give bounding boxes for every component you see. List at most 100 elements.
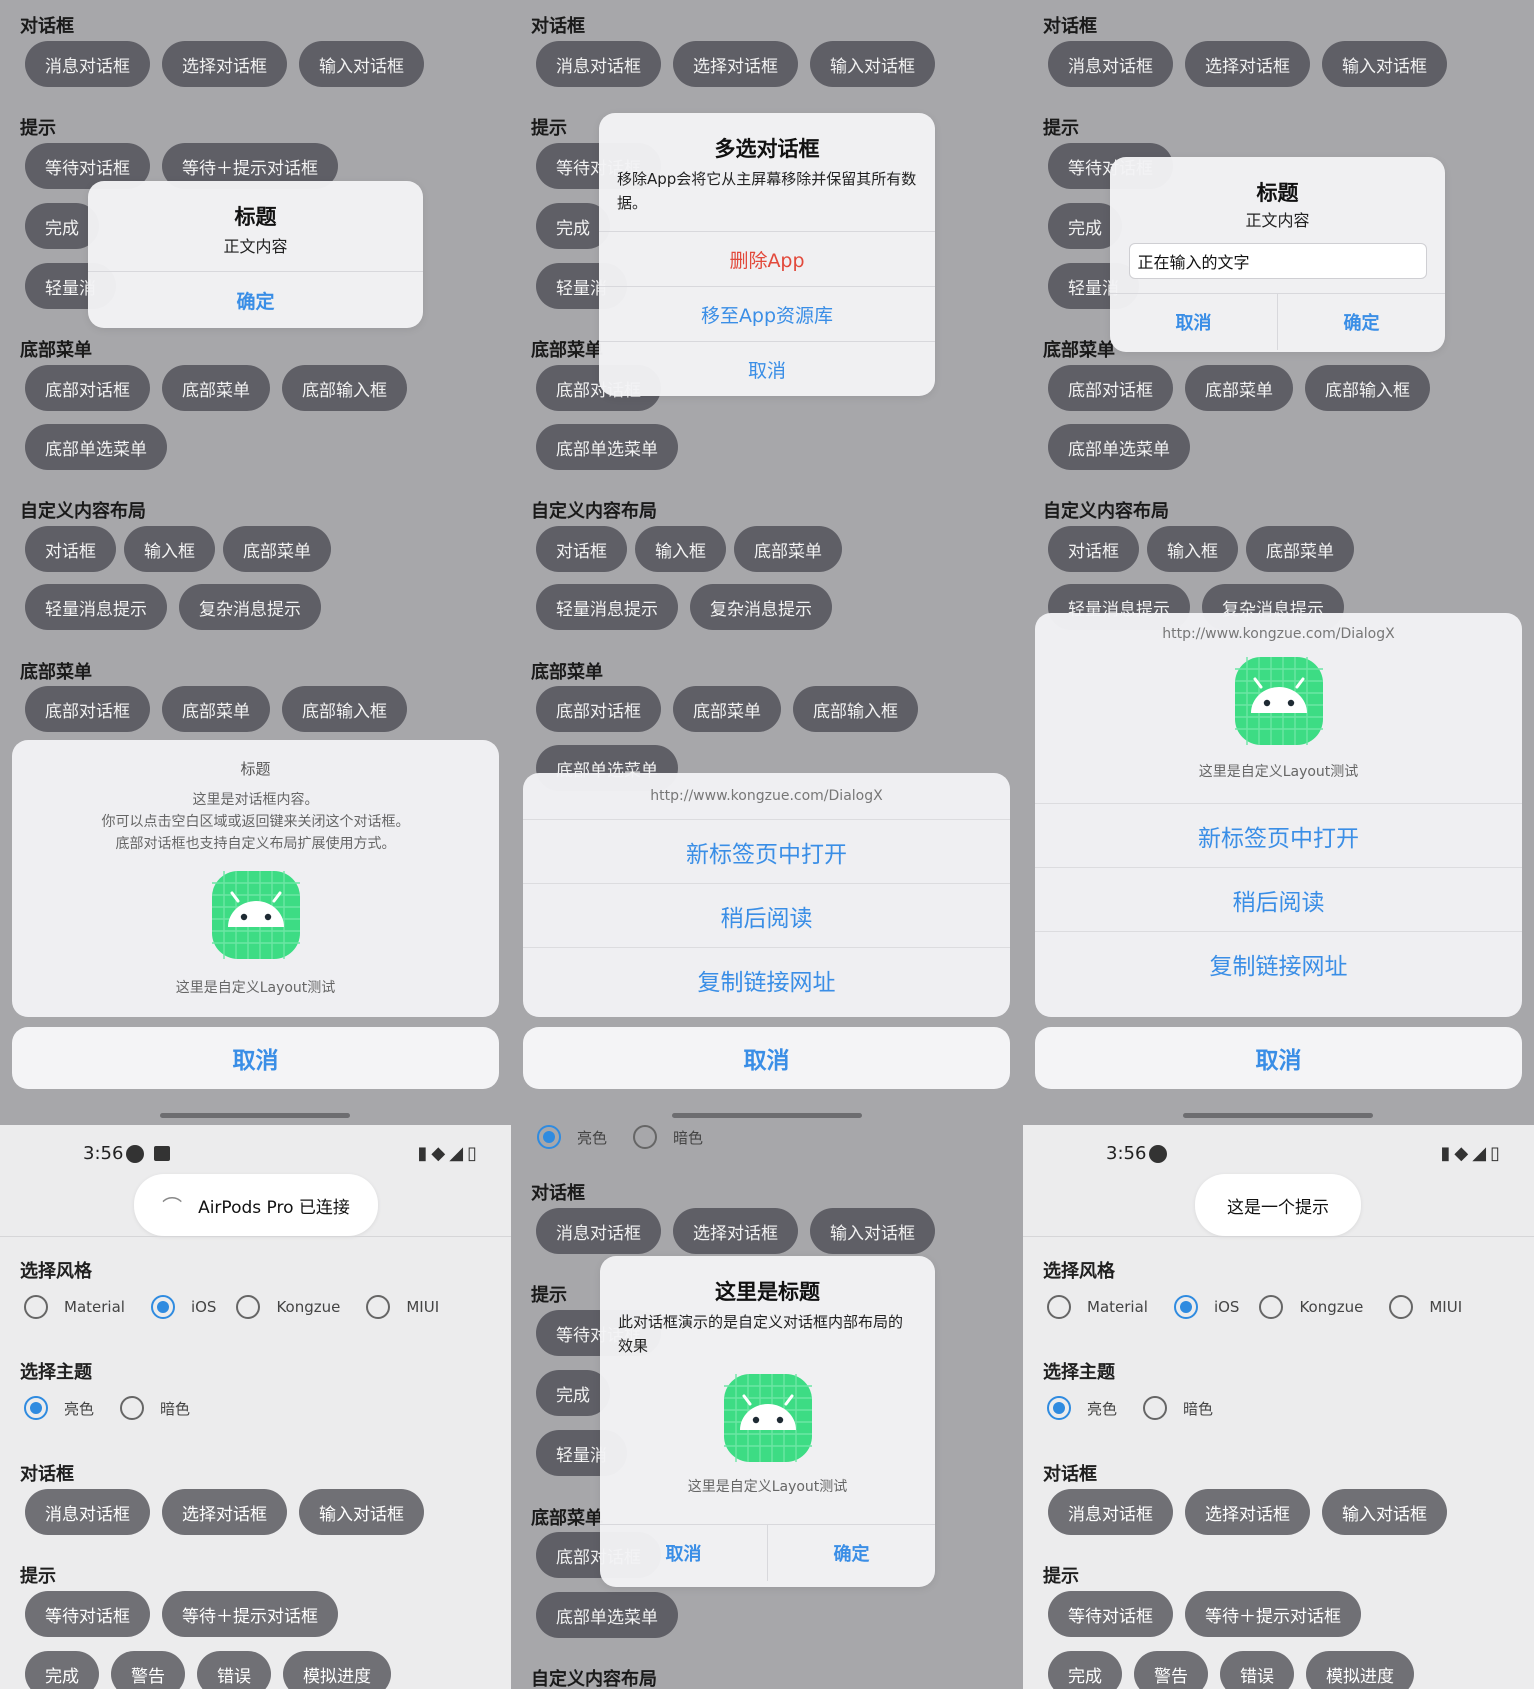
bottom-single-menu-button[interactable]: 底部单选菜单 bbox=[536, 1592, 678, 1638]
msg-dialog-button[interactable]: 消息对话框 bbox=[536, 1208, 661, 1254]
custom-dialog-cancel-button[interactable]: 取消 bbox=[600, 1525, 767, 1581]
custom-input-button[interactable]: 输入框 bbox=[124, 526, 215, 572]
bottom-menu-button-2[interactable]: 底部菜单 bbox=[673, 686, 781, 732]
menu-open-new-tab[interactable]: 新标签页中打开 bbox=[523, 819, 1010, 883]
input-dialog-button[interactable]: 输入对话框 bbox=[810, 41, 935, 87]
msg-dialog-button[interactable]: 消息对话框 bbox=[1048, 41, 1173, 87]
custom-bottom-menu-button[interactable]: 底部菜单 bbox=[223, 526, 331, 572]
custom-dialog-ok-button[interactable]: 确定 bbox=[767, 1525, 935, 1581]
select-dialog-button[interactable]: 选择对话框 bbox=[673, 41, 798, 87]
menu-sheet-cancel-button[interactable]: 取消 bbox=[1035, 1027, 1522, 1089]
radio-ios[interactable] bbox=[1173, 1295, 1198, 1319]
bottom-single-menu-button[interactable]: 底部单选菜单 bbox=[25, 424, 167, 470]
input-dialog-ok-button[interactable]: 确定 bbox=[1277, 294, 1445, 350]
radio-dark[interactable] bbox=[120, 1396, 145, 1420]
multi-dialog-cancel-button[interactable]: 取消 bbox=[599, 342, 935, 396]
bottom-menu-button-2[interactable]: 底部菜单 bbox=[162, 686, 270, 732]
menu-copy-link[interactable]: 复制链接网址 bbox=[523, 947, 1010, 1011]
input-dialog-button[interactable]: 输入对话框 bbox=[810, 1208, 935, 1254]
custom-dialog-button[interactable]: 对话框 bbox=[25, 526, 116, 572]
menu-read-later[interactable]: 稍后阅读 bbox=[523, 883, 1010, 947]
menu-open-new-tab[interactable]: 新标签页中打开 bbox=[1035, 803, 1522, 867]
bottom-dialog-button-2[interactable]: 底部对话框 bbox=[536, 686, 661, 732]
radio-miui[interactable] bbox=[366, 1295, 391, 1319]
wait-dialog-button[interactable]: 等待对话框 bbox=[1048, 1591, 1173, 1637]
bottom-input-button[interactable]: 底部输入框 bbox=[282, 365, 407, 411]
custom-bottom-menu-button[interactable]: 底部菜单 bbox=[1246, 526, 1354, 572]
msg-dialog-button[interactable]: 消息对话框 bbox=[25, 1489, 150, 1535]
menu-sheet-cancel-button[interactable]: 取消 bbox=[523, 1027, 1010, 1089]
msg-dialog-ok-button[interactable]: 确定 bbox=[88, 272, 423, 328]
progress-button[interactable]: 模拟进度 bbox=[1306, 1651, 1414, 1689]
input-dialog-field[interactable]: 正在输入的文字 bbox=[1128, 243, 1427, 279]
bottom-single-menu-button[interactable]: 底部单选菜单 bbox=[536, 424, 678, 470]
radio-dark[interactable] bbox=[633, 1125, 658, 1149]
radio-dark[interactable] bbox=[1143, 1396, 1168, 1420]
custom-dialog-button[interactable]: 对话框 bbox=[536, 526, 627, 572]
bottom-dialog-cancel-button[interactable]: 取消 bbox=[12, 1027, 499, 1089]
radio-light[interactable] bbox=[1047, 1396, 1071, 1420]
input-dialog-button[interactable]: 输入对话框 bbox=[299, 1489, 424, 1535]
bottom-input-button-2[interactable]: 底部输入框 bbox=[793, 686, 918, 732]
radio-light[interactable] bbox=[24, 1396, 48, 1420]
msg-dialog-button[interactable]: 消息对话框 bbox=[1048, 1489, 1173, 1535]
input-dialog-cancel-button[interactable]: 取消 bbox=[1110, 294, 1277, 350]
move-to-library-button[interactable]: 移至App资源库 bbox=[599, 287, 935, 341]
msg-dialog-button[interactable]: 消息对话框 bbox=[25, 41, 150, 87]
select-dialog-button[interactable]: 选择对话框 bbox=[162, 1489, 287, 1535]
menu-read-later[interactable]: 稍后阅读 bbox=[1035, 867, 1522, 931]
radio-kongzue[interactable] bbox=[1259, 1295, 1284, 1319]
bottom-dialog-button[interactable]: 底部对话框 bbox=[1048, 365, 1173, 411]
radio-light[interactable] bbox=[537, 1125, 561, 1149]
bottom-dialog-button-2[interactable]: 底部对话框 bbox=[25, 686, 150, 732]
radio-ios[interactable] bbox=[150, 1295, 175, 1319]
input-dialog-button[interactable]: 输入对话框 bbox=[1322, 1489, 1447, 1535]
select-dialog-button[interactable]: 选择对话框 bbox=[1185, 41, 1310, 87]
light-tip-button[interactable]: 轻量消息提示 bbox=[536, 584, 678, 630]
bottom-menu-button[interactable]: 底部菜单 bbox=[1185, 365, 1293, 411]
radio-miui[interactable] bbox=[1389, 1295, 1414, 1319]
input-dialog-button[interactable]: 输入对话框 bbox=[1322, 41, 1447, 87]
radio-material[interactable] bbox=[24, 1295, 48, 1319]
radio-label-light: 亮色 bbox=[1087, 1399, 1118, 1418]
light-tip-button[interactable]: 轻量消息提示 bbox=[25, 584, 167, 630]
bottom-single-menu-button[interactable]: 底部单选菜单 bbox=[1048, 424, 1190, 470]
radio-kongzue[interactable] bbox=[236, 1295, 261, 1319]
bottom-dialog-button[interactable]: 底部对话框 bbox=[25, 365, 150, 411]
msg-dialog-title: 标题 bbox=[234, 205, 277, 229]
bottom-input-button-2[interactable]: 底部输入框 bbox=[282, 686, 407, 732]
menu-copy-link[interactable]: 复制链接网址 bbox=[1035, 931, 1522, 995]
section-custom-layout: 自定义内容布局 bbox=[531, 501, 657, 522]
custom-dialog-button[interactable]: 对话框 bbox=[1048, 526, 1139, 572]
wait-tip-dialog-button[interactable]: 等待＋提示对话框 bbox=[162, 1591, 338, 1637]
done-button[interactable]: 完成 bbox=[536, 1370, 610, 1416]
delete-app-button[interactable]: 删除App bbox=[599, 232, 935, 286]
radio-material[interactable] bbox=[1047, 1295, 1071, 1319]
wait-tip-dialog-button[interactable]: 等待＋提示对话框 bbox=[1185, 1591, 1361, 1637]
custom-input-button[interactable]: 输入框 bbox=[1147, 526, 1238, 572]
menu-sheet-url: http://www.kongzue.com/DialogX bbox=[1162, 626, 1395, 642]
select-dialog-button[interactable]: 选择对话框 bbox=[1185, 1489, 1310, 1535]
bottom-input-button[interactable]: 底部输入框 bbox=[1305, 365, 1430, 411]
section-dialog: 对话框 bbox=[20, 1464, 74, 1485]
select-dialog-button[interactable]: 选择对话框 bbox=[673, 1208, 798, 1254]
bottom-menu-button[interactable]: 底部菜单 bbox=[162, 365, 270, 411]
input-dialog-button[interactable]: 输入对话框 bbox=[299, 41, 424, 87]
custom-bottom-menu-button[interactable]: 底部菜单 bbox=[734, 526, 842, 572]
warn-button[interactable]: 警告 bbox=[111, 1651, 185, 1689]
multi-dialog-title: 多选对话框 bbox=[714, 137, 820, 161]
done-button[interactable]: 完成 bbox=[25, 1651, 99, 1689]
error-button[interactable]: 错误 bbox=[197, 1651, 271, 1689]
complex-tip-button[interactable]: 复杂消息提示 bbox=[690, 584, 832, 630]
custom-input-button[interactable]: 输入框 bbox=[635, 526, 726, 572]
input-dialog-body: 正文内容 bbox=[1245, 211, 1310, 230]
done-button[interactable]: 完成 bbox=[1048, 1651, 1122, 1689]
wait-dialog-button[interactable]: 等待对话框 bbox=[25, 1591, 150, 1637]
progress-button[interactable]: 模拟进度 bbox=[283, 1651, 391, 1689]
msg-dialog-button[interactable]: 消息对话框 bbox=[536, 41, 661, 87]
error-button[interactable]: 错误 bbox=[1220, 1651, 1294, 1689]
bottom-dialog: 标题 这里是对话框内容。 你可以点击空白区域或返回键来关闭这个对话框。 底部对话… bbox=[12, 740, 499, 1017]
complex-tip-button[interactable]: 复杂消息提示 bbox=[179, 584, 321, 630]
select-dialog-button[interactable]: 选择对话框 bbox=[162, 41, 287, 87]
warn-button[interactable]: 警告 bbox=[1134, 1651, 1208, 1689]
